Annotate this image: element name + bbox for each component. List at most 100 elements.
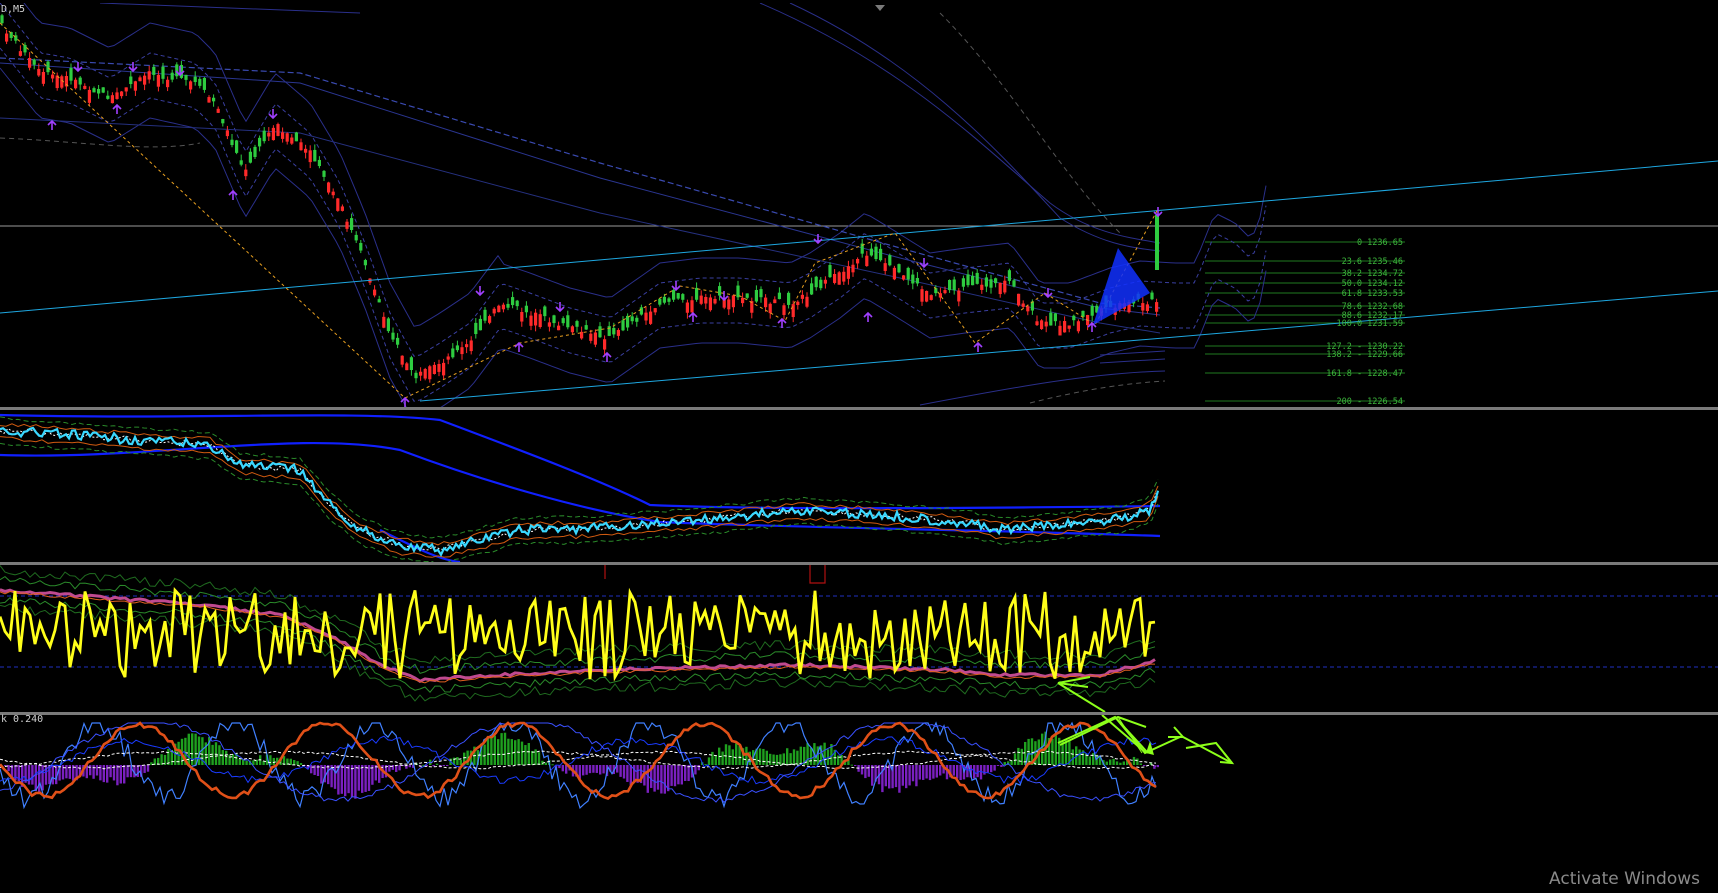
candle-body (129, 76, 133, 85)
candle-body (488, 316, 492, 323)
histogram-bar (928, 765, 932, 781)
histogram-bar (622, 765, 626, 779)
candle-body (846, 266, 850, 279)
annotation-line (1168, 726, 1186, 738)
moving-average-line (0, 47, 1267, 402)
histogram-bar (660, 765, 663, 794)
indicator-line (0, 426, 1160, 557)
candle-body (644, 312, 648, 321)
histogram-bar (296, 761, 299, 765)
candle-body (557, 325, 561, 331)
price-chart-pane[interactable]: 0 1236.65 23.6 1235.46 38.2 1234.72 50.0… (0, 0, 1718, 422)
shift-marker-icon[interactable] (875, 5, 885, 11)
histogram-bar (214, 742, 218, 765)
histogram-bar (367, 765, 371, 791)
histogram-bar (986, 765, 989, 773)
histogram-bar (456, 757, 459, 765)
upper-band-curve (789, 2, 1161, 252)
candle-body (810, 283, 814, 295)
candle-body (51, 74, 55, 79)
candle-body (819, 279, 823, 289)
candle-body (258, 137, 262, 147)
candle-body (796, 301, 800, 306)
histogram-bar (34, 765, 37, 792)
candle-body (161, 66, 165, 79)
histogram-bar (1139, 763, 1142, 765)
candle-body (635, 317, 639, 322)
indicator-line (0, 721, 1157, 810)
candle-body (943, 290, 947, 294)
candle-body (133, 81, 137, 91)
candle-body (961, 278, 965, 287)
candle-body (110, 95, 114, 104)
candle-body (543, 306, 547, 317)
histogram-bar (537, 752, 541, 765)
sell-arrow-icon (475, 286, 485, 297)
histogram-bar (551, 764, 554, 766)
candle-body (1076, 321, 1080, 332)
candle-body (1012, 280, 1016, 287)
candle-body (1145, 304, 1149, 311)
buy-arrow-icon (863, 311, 873, 322)
histogram-bar (340, 765, 343, 794)
candle-body (598, 326, 602, 338)
histogram-bar (626, 765, 629, 782)
indicator-pane-1[interactable] (0, 410, 1718, 566)
candle-body (1150, 292, 1154, 300)
moving-average-pane-canvas[interactable] (0, 410, 1718, 566)
candle-body (971, 275, 975, 286)
candle-body (837, 272, 841, 285)
candle-body (920, 289, 924, 302)
histogram-bar (27, 765, 31, 785)
candle-body (492, 308, 496, 314)
histogram-bar (310, 765, 313, 774)
price-chart-canvas[interactable]: 0 1236.65 23.6 1235.46 38.2 1234.72 50.0… (0, 0, 1718, 422)
candle-body (639, 307, 643, 315)
candle-body (285, 133, 289, 142)
indicator-pane-2[interactable] (0, 565, 1718, 713)
histogram-bar (1020, 748, 1023, 765)
buy-arrow-icon (973, 341, 983, 352)
candle-body (575, 321, 579, 327)
histogram-bar (272, 757, 275, 765)
histogram-bar (714, 755, 717, 765)
candle-body (0, 15, 4, 24)
oscillator-pane-canvas[interactable] (0, 565, 1718, 713)
candle-body (566, 315, 570, 328)
candle-body (869, 248, 873, 256)
slow-moving-average (0, 57, 1161, 309)
histogram-bar (854, 765, 857, 766)
candle-body (69, 67, 73, 81)
indicator-pane-3[interactable]: k 0.240 (0, 714, 1718, 889)
histogram-pane-canvas[interactable] (0, 714, 1718, 889)
candle-body (704, 296, 708, 304)
histogram-bar (344, 765, 347, 797)
candle-body (570, 326, 574, 333)
candle-body (667, 298, 671, 302)
histogram-bar (527, 743, 530, 765)
histogram-bar (238, 758, 241, 765)
candle-body (731, 295, 735, 308)
histogram-bar (653, 765, 656, 792)
histogram-bar (1000, 765, 1003, 767)
histogram-bar (14, 765, 17, 781)
candle-body (1141, 303, 1145, 311)
candle-body (603, 339, 607, 350)
signal-marker (604, 565, 826, 584)
buy-arrow-icon (688, 311, 698, 322)
candle-body (60, 76, 64, 88)
histogram-bar (510, 739, 513, 765)
candle-body (478, 318, 482, 331)
histogram-bar (673, 765, 677, 787)
candle-body (193, 76, 197, 83)
candle-body (166, 79, 170, 88)
histogram-bar (211, 744, 214, 765)
candle-body (115, 92, 119, 99)
candle-body (984, 277, 988, 287)
candle-body (345, 221, 349, 229)
upper-band-curve (99, 2, 361, 14)
candle-body (147, 71, 151, 80)
histogram-bar (245, 760, 248, 765)
candle-body (32, 59, 36, 65)
candle-body (1026, 306, 1030, 312)
